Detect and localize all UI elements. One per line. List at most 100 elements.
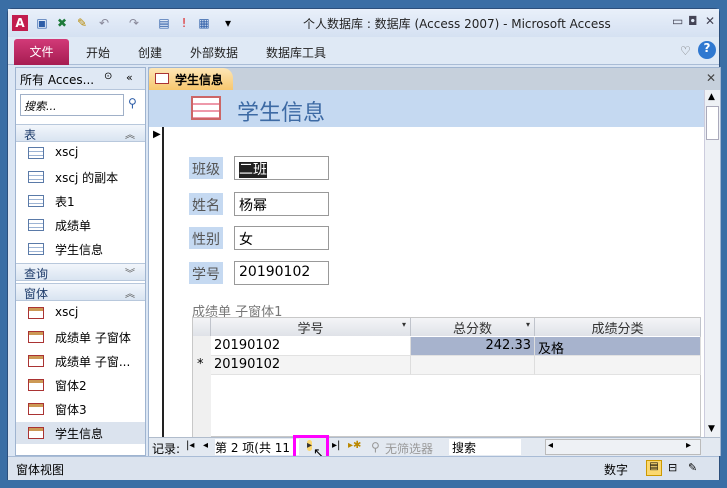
save-icon[interactable]: ▣ — [34, 15, 50, 31]
row-selectors[interactable] — [193, 336, 211, 438]
form-icon — [28, 379, 44, 391]
current-record-input[interactable]: 第 2 项(共 11 — [215, 439, 299, 455]
column-header-total[interactable]: 总分数 ▾ — [411, 318, 535, 337]
form-header: 学生信息 — [149, 90, 704, 127]
name-field[interactable]: 杨幂 — [234, 192, 329, 216]
form-icon — [28, 427, 44, 439]
nav-item-table[interactable]: xscj 的副本 — [16, 166, 145, 188]
nav-header[interactable]: 所有 Acces... ⊙ « — [16, 68, 145, 90]
tab-external-data[interactable]: 外部数据 — [190, 44, 238, 61]
close-document-button[interactable]: ✕ — [706, 71, 716, 85]
help-icon[interactable]: ? — [698, 41, 716, 59]
new-record-button[interactable]: ▸✱ — [348, 440, 361, 451]
horizontal-scrollbar[interactable]: ◂ ▸ — [545, 439, 701, 455]
search-icon[interactable]: ⚲ — [128, 96, 137, 110]
table-icon — [28, 195, 44, 207]
cell-total[interactable]: 242.33 — [411, 337, 535, 356]
item-label: 学生信息 — [55, 243, 104, 257]
tab-home[interactable]: 开始 — [86, 44, 110, 61]
minimize-button[interactable]: ▭ — [672, 14, 683, 28]
restore-button[interactable]: ◘ — [688, 14, 698, 28]
form-view-button[interactable]: ▤ — [646, 460, 662, 476]
first-record-button[interactable]: |◂ — [186, 440, 194, 451]
dropdown-icon[interactable]: ▾ — [402, 320, 406, 329]
class-value: 二班 — [239, 162, 267, 178]
group-queries[interactable]: 查询 ︾ — [16, 263, 145, 281]
nav-item-table[interactable]: xscj — [16, 142, 145, 164]
nav-item-table[interactable]: 学生信息 — [16, 238, 145, 260]
scroll-thumb[interactable] — [706, 106, 719, 140]
previous-record-button[interactable]: ◂ — [203, 440, 208, 451]
form-icon — [191, 96, 221, 120]
nav-item-form-selected[interactable]: 学生信息 — [16, 422, 145, 444]
label-gender: 性别 — [189, 227, 223, 249]
nav-item-form[interactable]: 成绩单 子窗体 — [16, 326, 145, 348]
nav-item-form[interactable]: xscj — [16, 302, 145, 324]
no-filter-button[interactable]: 无筛选器 — [385, 440, 433, 457]
access-window: A ▣ ✖ ✎ ↶ ↷ ▤ ! ▦ ▾ 个人数据库 : 数据库 (Access … — [7, 8, 721, 480]
scroll-right-icon[interactable]: ▸ — [686, 440, 691, 451]
scroll-left-icon[interactable]: ◂ — [548, 440, 553, 451]
collapse-pane-icon[interactable]: « — [126, 71, 133, 84]
nav-item-form[interactable]: 成绩单 子窗... — [16, 350, 145, 372]
tab-create[interactable]: 创建 — [138, 44, 162, 61]
class-field[interactable]: 二班 — [234, 156, 329, 180]
tab-file[interactable]: 文件 — [14, 39, 69, 65]
redo-icon[interactable]: ↷ — [126, 15, 142, 31]
nav-item-table[interactable]: 成绩单 — [16, 214, 145, 236]
record-label: 记录: — [152, 442, 181, 456]
layout-view-button[interactable]: ⊟ — [668, 461, 677, 474]
dropdown-icon[interactable]: ▾ — [526, 320, 530, 329]
record-selector[interactable]: ▶ — [149, 127, 164, 437]
form-icon — [28, 331, 44, 343]
close-window-button[interactable]: ✕ — [705, 14, 715, 28]
item-label: 成绩单 子窗体 — [55, 331, 131, 345]
undo-icon[interactable]: ↶ — [96, 15, 112, 31]
gender-field[interactable]: 女 — [234, 226, 329, 250]
tab-student-info[interactable]: 学生信息 — [149, 68, 233, 90]
record-search-input[interactable]: 搜索 — [449, 439, 521, 455]
nav-item-form[interactable]: 窗体2 — [16, 374, 145, 396]
new-row-total[interactable] — [411, 356, 535, 375]
view-status: 窗体视图 — [16, 463, 65, 477]
tab-database-tools[interactable]: 数据库工具 — [266, 44, 326, 61]
header-label: 学号 — [297, 322, 324, 337]
label-class: 班级 — [189, 157, 223, 179]
cell-category[interactable]: 及格 — [535, 337, 701, 357]
select-all-corner[interactable] — [193, 318, 211, 336]
item-label: 窗体2 — [55, 379, 87, 393]
cell-student-id[interactable]: 20190102 — [211, 337, 411, 356]
item-label: 窗体3 — [55, 403, 87, 417]
nav-item-table[interactable]: 表1 — [16, 190, 145, 212]
table-icon — [28, 171, 44, 183]
run-icon[interactable]: ! — [176, 15, 192, 31]
document-tab-strip: 学生信息 ✕ — [149, 68, 720, 90]
filter-icon: ⚲ — [371, 440, 380, 454]
student-id-field[interactable]: 20190102 — [234, 261, 329, 285]
excel-icon[interactable]: ✖ — [54, 15, 70, 31]
next-record-button[interactable]: ▸ — [307, 440, 313, 451]
form-icon — [28, 403, 44, 415]
nav-search-input[interactable]: 搜索... — [20, 94, 124, 116]
new-row-category[interactable] — [535, 356, 701, 375]
report-icon[interactable]: ▤ — [156, 15, 172, 31]
table-icon[interactable]: ▦ — [196, 15, 212, 31]
status-bar: 窗体视图 数字 ▤ ⊟ ✎ — [8, 456, 719, 480]
scroll-down-icon[interactable]: ▼ — [708, 424, 715, 434]
minimize-ribbon-icon[interactable]: ♡ — [680, 44, 691, 58]
column-header-student-id[interactable]: 学号 ▾ — [211, 318, 411, 337]
new-row-student-id[interactable]: 20190102 — [211, 356, 411, 375]
current-record-icon: ▶ — [153, 129, 161, 140]
last-record-button[interactable]: ▸| — [332, 440, 340, 451]
scroll-up-icon[interactable]: ▲ — [708, 92, 715, 102]
group-forms[interactable]: 窗体 ︽ — [16, 283, 145, 301]
form-title: 学生信息 — [237, 101, 326, 126]
vertical-scrollbar[interactable]: ▲ ▼ — [704, 90, 720, 437]
column-header-category[interactable]: 成绩分类 — [535, 318, 701, 337]
customize-toolbar-icon[interactable]: ▾ — [220, 15, 236, 31]
nav-item-form[interactable]: 窗体3 — [16, 398, 145, 420]
dropdown-icon[interactable]: ⊙ — [104, 71, 112, 82]
design-icon[interactable]: ✎ — [74, 15, 90, 31]
group-tables[interactable]: 表 ︽ — [16, 124, 145, 142]
design-view-button[interactable]: ✎ — [688, 461, 697, 474]
